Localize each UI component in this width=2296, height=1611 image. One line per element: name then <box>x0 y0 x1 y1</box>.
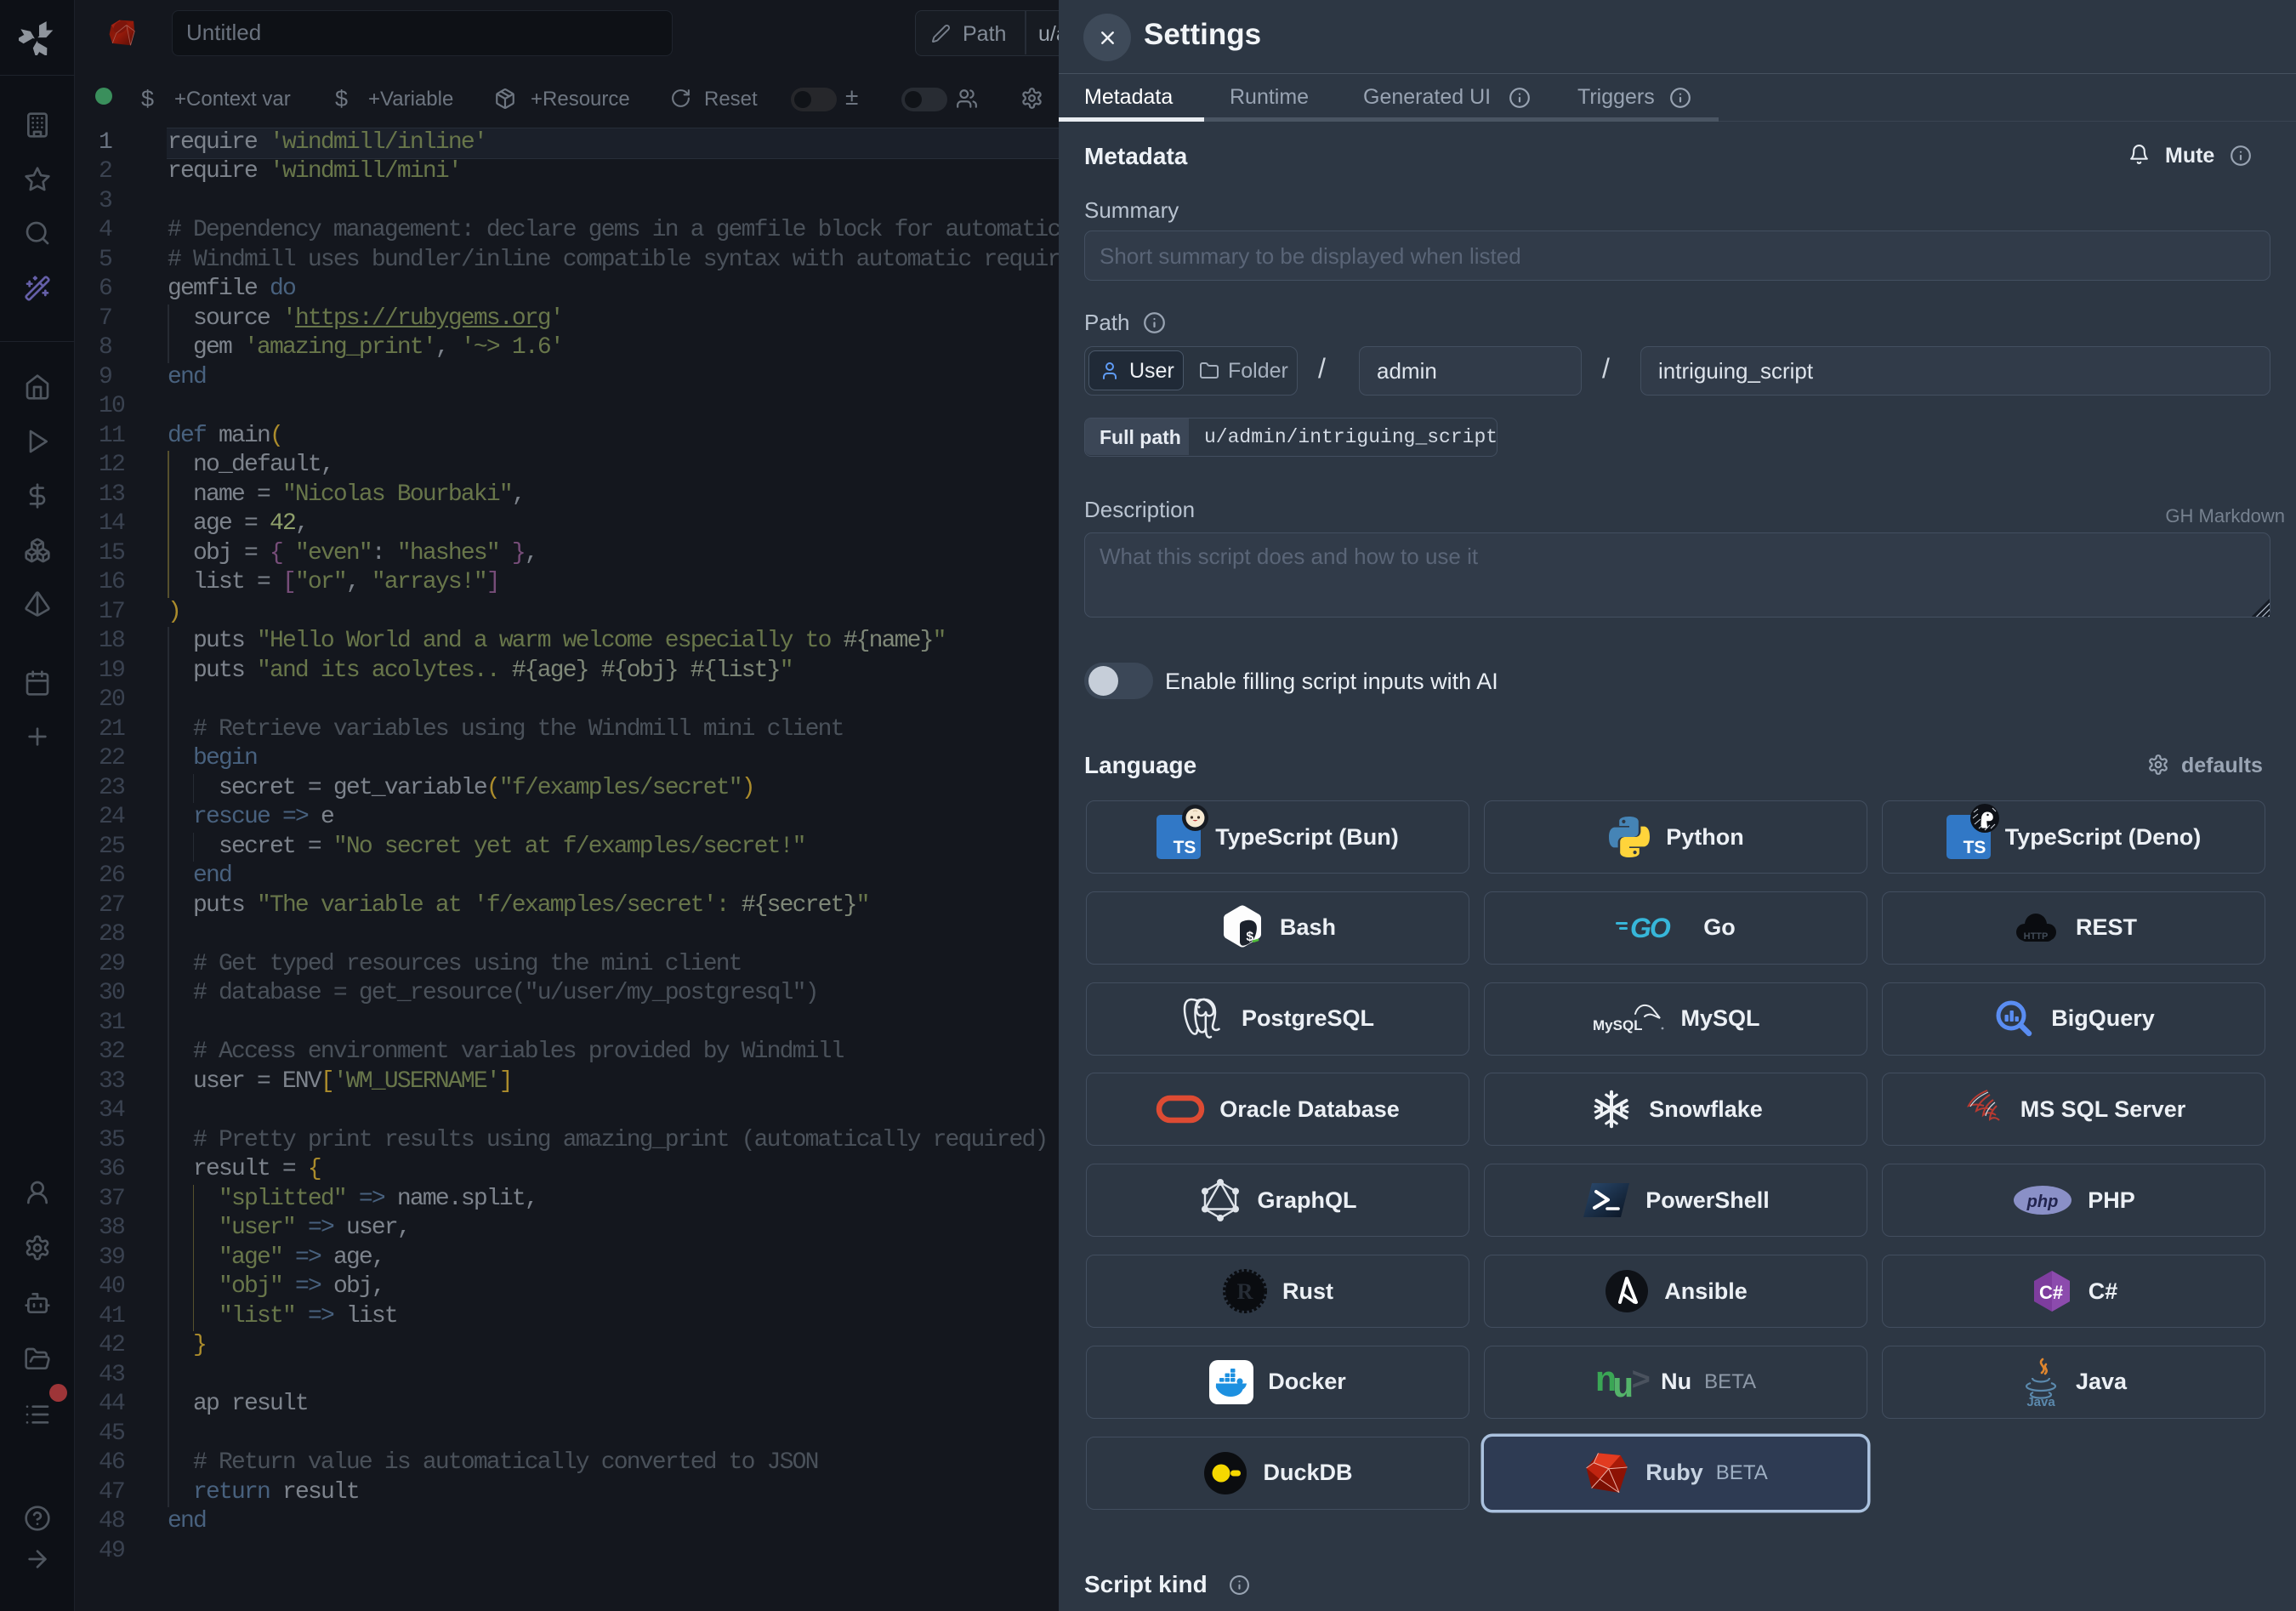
svg-text:C#: C# <box>2039 1282 2063 1303</box>
svg-text:Java: Java <box>2026 1395 2055 1407</box>
svg-text:php: php <box>2026 1193 2059 1211</box>
svg-text:TS: TS <box>1174 838 1196 857</box>
svg-text:MySQL: MySQL <box>1593 1017 1643 1033</box>
svg-text:R: R <box>1237 1279 1253 1304</box>
svg-text:TS: TS <box>1963 838 1986 857</box>
svg-text:HTTP: HTTP <box>2024 931 2049 942</box>
svg-text:GO: GO <box>1630 914 1671 942</box>
svg-text:$: $ <box>1246 930 1254 945</box>
